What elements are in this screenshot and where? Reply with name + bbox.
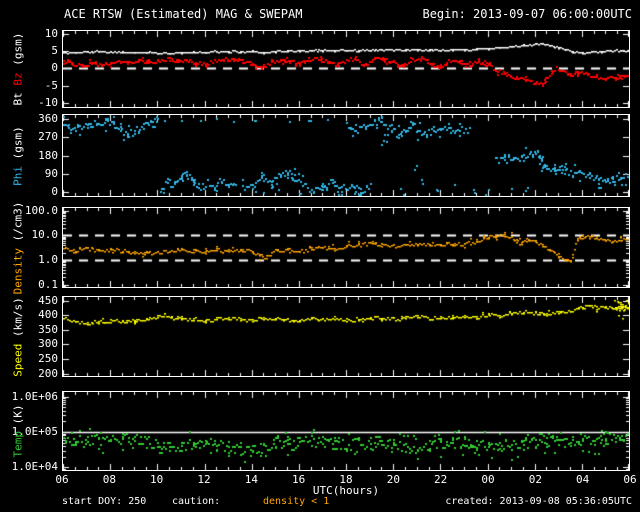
density-axis-label-part: (/cm3) <box>11 201 25 248</box>
temp-axis-label-part: Temp <box>11 431 25 458</box>
xtick-04-11: 04 <box>576 473 590 486</box>
xtick-10-2: 10 <box>150 473 164 486</box>
phi-axis-label-part: (gsm) <box>11 125 25 166</box>
phi-ytick-90: 90 <box>44 166 58 180</box>
start-doy-label: start DOY: 250 <box>62 496 147 507</box>
xtick-06-0: 06 <box>55 473 69 486</box>
phi-ytick-180: 180 <box>38 148 58 162</box>
xtick-12-3: 12 <box>197 473 211 486</box>
xtick-16-5: 16 <box>292 473 306 486</box>
temp-axis-label: Temp (K) <box>12 405 25 458</box>
bt-bz-axis-label-part: Bt <box>11 85 25 106</box>
phi-axis-label-part: Phi <box>11 165 25 186</box>
footer-bar: start DOY: 250 caution: density < 1 crea… <box>0 496 640 510</box>
phi-ytick-360: 360 <box>38 111 58 125</box>
bt-bz-ytick--10: -10 <box>38 95 58 109</box>
density-ytick-100.0: 100.0 <box>24 203 58 217</box>
xtick-06-12: 06 <box>623 473 637 486</box>
speed-axis-label-part: Speed <box>11 343 25 377</box>
panel-bt-bz <box>62 30 630 108</box>
speed-ytick-400: 400 <box>38 308 58 322</box>
speed-ytick-300: 300 <box>38 337 58 351</box>
density-ytick-10.0: 10.0 <box>31 228 59 242</box>
bt-bz-axis-label: Bt Bz (gsm) <box>12 33 25 106</box>
bt-bz-axis-label-part: Bz <box>11 72 25 86</box>
phi-ytick-270: 270 <box>38 130 58 144</box>
xtick-20-7: 20 <box>386 473 400 486</box>
xtick-14-4: 14 <box>244 473 258 486</box>
xtick-22-8: 22 <box>434 473 448 486</box>
density-trace-canvas <box>63 208 629 287</box>
temp-ytick-1.0E+04: 1.0E+04 <box>11 460 58 474</box>
bt-bz-ytick-0: 0 <box>51 61 58 75</box>
xtick-02-10: 02 <box>528 473 542 486</box>
xtick-08-1: 08 <box>102 473 116 486</box>
ace-rtsw-plot-screenshot: ACE RTSW (Estimated) MAG & SWEPAM Begin:… <box>0 0 640 512</box>
created-timestamp: created: 2013-09-08 05:36:05UTC <box>445 496 632 507</box>
plot-title: ACE RTSW (Estimated) MAG & SWEPAM <box>64 7 303 21</box>
speed-ytick-350: 350 <box>38 322 58 336</box>
panel-phi <box>62 114 630 197</box>
temp-trace-canvas <box>63 392 629 470</box>
panel-speed <box>62 296 630 377</box>
bt-bz-ytick-10: 10 <box>44 26 58 40</box>
phi-axis-label: Phi (gsm) <box>12 126 25 186</box>
density-axis-label-part: Density <box>11 247 25 294</box>
density-ytick-0.1: 0.1 <box>38 277 58 291</box>
temp-ytick-1.0E+06: 1.0E+06 <box>11 389 58 403</box>
bt-bz-trace-canvas <box>63 31 629 107</box>
begin-timestamp: Begin: 2013-09-07 06:00:00UTC <box>422 7 632 21</box>
temp-ytick-1.0E+05: 1.0E+05 <box>11 425 58 439</box>
speed-ytick-450: 450 <box>38 293 58 307</box>
caution-density-value: density < 1 <box>263 496 330 507</box>
density-axis-label: Density (/cm3) <box>12 201 25 294</box>
bt-bz-axis-label-part: (gsm) <box>11 32 25 73</box>
temp-axis-label-part: (K) <box>11 404 25 431</box>
bt-bz-ytick--5: -5 <box>44 78 58 92</box>
title-bar: ACE RTSW (Estimated) MAG & SWEPAM Begin:… <box>0 7 640 23</box>
phi-ytick-0: 0 <box>51 185 58 199</box>
speed-ytick-250: 250 <box>38 352 58 366</box>
caution-label: caution: <box>172 496 221 507</box>
xtick-00-9: 00 <box>481 473 495 486</box>
speed-axis-label: Speed (km/s) <box>12 297 25 376</box>
speed-trace-canvas <box>63 297 629 376</box>
bt-bz-ytick-5: 5 <box>51 44 58 58</box>
density-ytick-1.0: 1.0 <box>38 253 58 266</box>
panel-density <box>62 207 630 288</box>
panel-temp <box>62 391 630 471</box>
speed-ytick-200: 200 <box>38 366 58 380</box>
speed-axis-label-part: (km/s) <box>11 296 25 344</box>
phi-trace-canvas <box>63 115 629 196</box>
